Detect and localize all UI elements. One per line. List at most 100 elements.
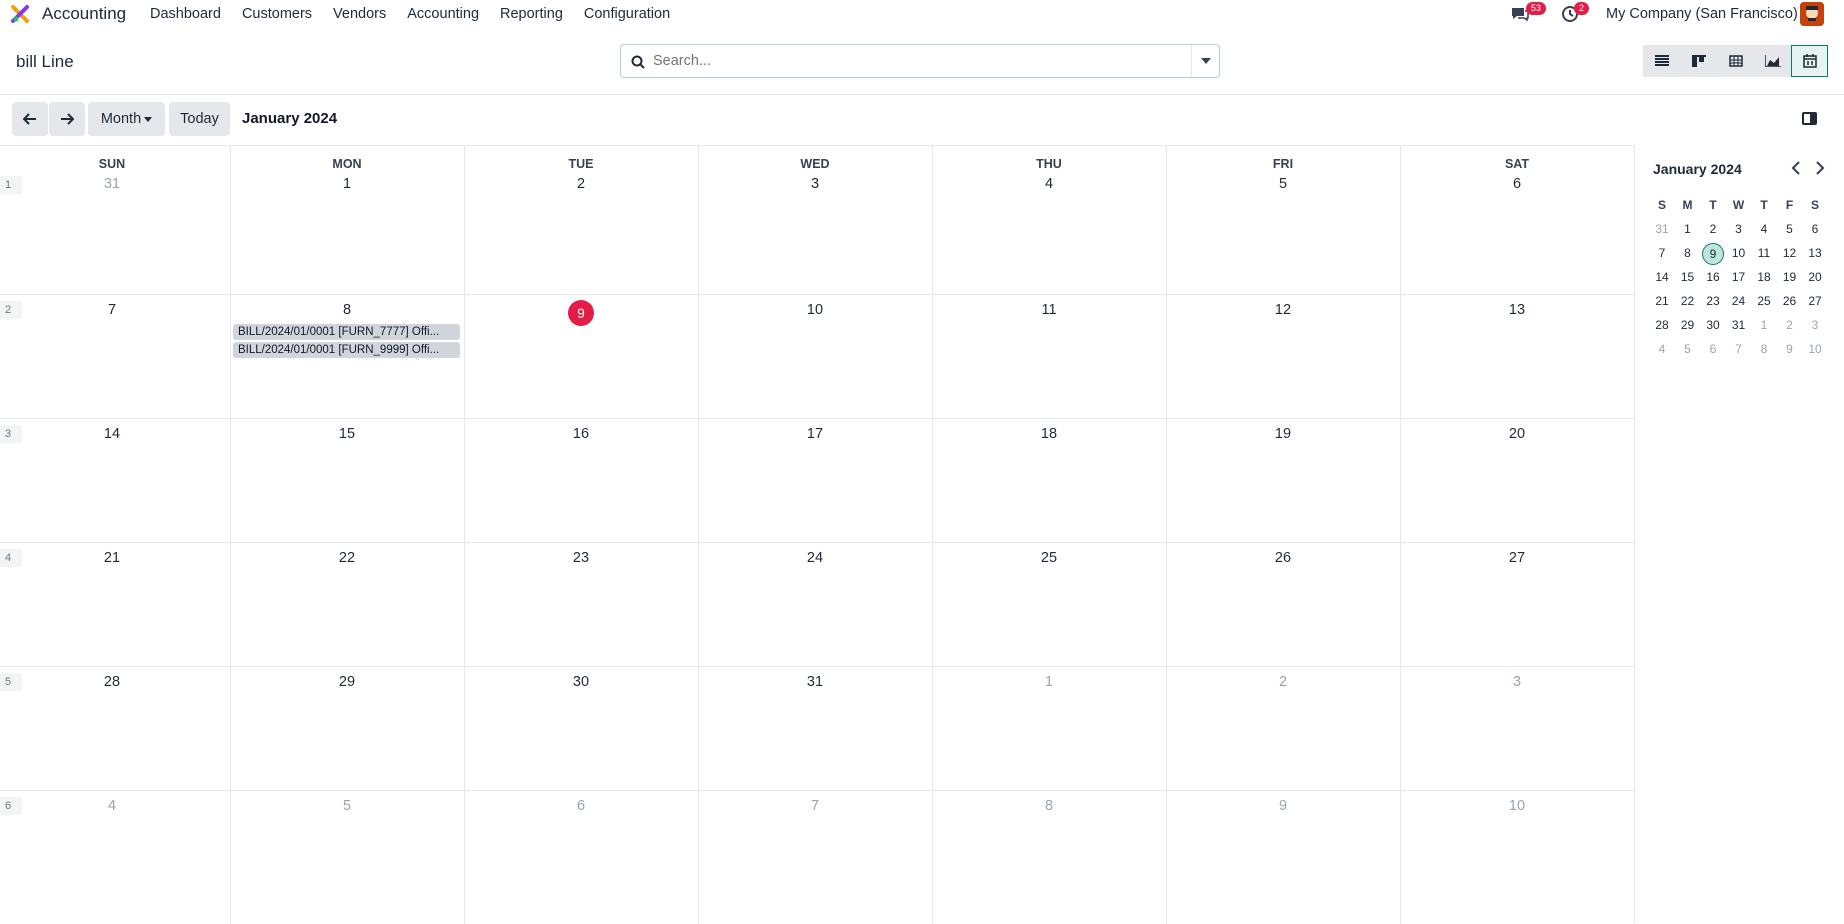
mini-calendar-day[interactable]: 21 — [1649, 291, 1675, 311]
app-name[interactable]: Accounting — [42, 4, 126, 24]
mini-calendar-day[interactable]: 3 — [1726, 219, 1752, 239]
mini-calendar-day[interactable]: 7 — [1649, 243, 1675, 263]
calendar-view-button[interactable] — [1791, 45, 1828, 77]
day-number[interactable]: 1 — [327, 176, 367, 192]
day-number[interactable]: 27 — [1497, 550, 1537, 566]
day-number[interactable]: 28 — [92, 674, 132, 690]
mini-calendar-day[interactable]: 4 — [1649, 339, 1675, 359]
mini-calendar-day[interactable]: 15 — [1675, 267, 1701, 287]
mini-calendar-day[interactable]: 27 — [1802, 291, 1828, 311]
mini-calendar-day[interactable]: 6 — [1700, 339, 1726, 359]
day-number[interactable]: 5 — [1263, 176, 1303, 192]
menu-customers[interactable]: Customers — [242, 6, 312, 22]
scale-dropdown[interactable]: Month — [88, 102, 165, 136]
mini-calendar-day[interactable]: 14 — [1649, 267, 1675, 287]
mini-calendar-day[interactable]: 13 — [1802, 243, 1828, 263]
mini-calendar-day[interactable]: 8 — [1675, 243, 1701, 263]
today-button[interactable]: Today — [169, 102, 230, 136]
mini-calendar-day[interactable]: 30 — [1700, 315, 1726, 335]
mini-calendar-day[interactable]: 10 — [1802, 339, 1828, 359]
day-number[interactable]: 21 — [92, 550, 132, 566]
mini-calendar-day[interactable]: 23 — [1700, 291, 1726, 311]
mini-calendar-day[interactable]: 5 — [1777, 219, 1803, 239]
day-number[interactable]: 31 — [92, 176, 132, 192]
mini-calendar-day[interactable]: 6 — [1802, 219, 1828, 239]
day-number[interactable]: 10 — [1497, 798, 1537, 814]
day-number[interactable]: 2 — [1263, 674, 1303, 690]
activities-button[interactable]: 2 — [1561, 0, 1590, 28]
mini-calendar-day[interactable]: 5 — [1675, 339, 1701, 359]
menu-reporting[interactable]: Reporting — [500, 6, 563, 22]
day-number[interactable]: 9 — [1263, 798, 1303, 814]
mini-calendar-day[interactable]: 1 — [1675, 219, 1701, 239]
day-number[interactable]: 24 — [795, 550, 835, 566]
search-input[interactable] — [621, 45, 1191, 77]
day-number[interactable]: 1 — [1029, 674, 1069, 690]
mini-calendar-day[interactable]: 28 — [1649, 315, 1675, 335]
mini-calendar-day[interactable]: 25 — [1751, 291, 1777, 311]
day-number[interactable]: 14 — [92, 426, 132, 442]
mini-next-month-icon[interactable] — [1815, 161, 1825, 175]
day-number[interactable]: 17 — [795, 426, 835, 442]
menu-configuration[interactable]: Configuration — [584, 6, 670, 22]
mini-calendar-day[interactable]: 2 — [1700, 219, 1726, 239]
mini-calendar-day[interactable]: 11 — [1751, 243, 1777, 263]
day-number[interactable]: 23 — [561, 550, 601, 566]
day-number[interactable]: 11 — [1029, 302, 1069, 318]
mini-calendar-day[interactable]: 31 — [1649, 219, 1675, 239]
day-number[interactable]: 10 — [795, 302, 835, 318]
mini-calendar-day[interactable]: 1 — [1751, 315, 1777, 335]
mini-calendar-day[interactable]: 3 — [1802, 315, 1828, 335]
toggle-sidebar-icon[interactable] — [1802, 112, 1817, 125]
day-number[interactable]: 19 — [1263, 426, 1303, 442]
mini-calendar-day[interactable]: 18 — [1751, 267, 1777, 287]
day-number[interactable]: 20 — [1497, 426, 1537, 442]
calendar-event[interactable]: BILL/2024/01/0001 [FURN_9999] Offi... — [233, 342, 460, 358]
mini-calendar-day[interactable]: 10 — [1726, 243, 1752, 263]
day-number[interactable]: 2 — [561, 176, 601, 192]
mini-calendar-day[interactable]: 20 — [1802, 267, 1828, 287]
day-number[interactable]: 30 — [561, 674, 601, 690]
mini-calendar-day[interactable]: 24 — [1726, 291, 1752, 311]
day-number[interactable]: 8 — [327, 302, 367, 318]
mini-prev-month-icon[interactable] — [1791, 161, 1801, 175]
search-options-toggle[interactable] — [1191, 45, 1219, 77]
day-number[interactable]: 31 — [795, 674, 835, 690]
mini-calendar-day[interactable]: 19 — [1777, 267, 1803, 287]
day-number[interactable]: 8 — [1029, 798, 1069, 814]
day-number[interactable]: 15 — [327, 426, 367, 442]
mini-calendar-day[interactable]: 4 — [1751, 219, 1777, 239]
day-number[interactable]: 18 — [1029, 426, 1069, 442]
day-number[interactable]: 25 — [1029, 550, 1069, 566]
mini-calendar-day[interactable]: 17 — [1726, 267, 1752, 287]
mini-calendar-day[interactable]: 2 — [1777, 315, 1803, 335]
previous-button[interactable] — [12, 102, 48, 136]
mini-calendar-day[interactable]: 16 — [1700, 267, 1726, 287]
menu-vendors[interactable]: Vendors — [333, 6, 386, 22]
messages-button[interactable]: 53 — [1510, 0, 1547, 28]
list-view-button[interactable] — [1643, 45, 1680, 77]
day-number[interactable]: 3 — [795, 176, 835, 192]
day-number[interactable]: 13 — [1497, 302, 1537, 318]
graph-view-button[interactable] — [1754, 45, 1791, 77]
company-switcher[interactable]: My Company (San Francisco) — [1606, 6, 1798, 22]
mini-calendar-day[interactable]: 29 — [1675, 315, 1701, 335]
day-number[interactable]: 4 — [1029, 176, 1069, 192]
mini-calendar-day[interactable]: 8 — [1751, 339, 1777, 359]
day-number[interactable]: 5 — [327, 798, 367, 814]
mini-calendar-day[interactable]: 31 — [1726, 315, 1752, 335]
calendar-event[interactable]: BILL/2024/01/0001 [FURN_7777] Offi... — [233, 324, 460, 340]
mini-calendar-day[interactable]: 26 — [1777, 291, 1803, 311]
day-number[interactable]: 16 — [561, 426, 601, 442]
mini-calendar-day[interactable]: 9 — [1702, 243, 1724, 265]
kanban-view-button[interactable] — [1680, 45, 1717, 77]
day-number[interactable]: 12 — [1263, 302, 1303, 318]
mini-calendar-day[interactable]: 9 — [1777, 339, 1803, 359]
day-number[interactable]: 29 — [327, 674, 367, 690]
mini-calendar-day[interactable]: 12 — [1777, 243, 1803, 263]
day-number[interactable]: 3 — [1497, 674, 1537, 690]
day-number[interactable]: 7 — [795, 798, 835, 814]
pivot-view-button[interactable] — [1717, 45, 1754, 77]
user-avatar[interactable] — [1800, 2, 1824, 26]
mini-calendar-day[interactable]: 7 — [1726, 339, 1752, 359]
